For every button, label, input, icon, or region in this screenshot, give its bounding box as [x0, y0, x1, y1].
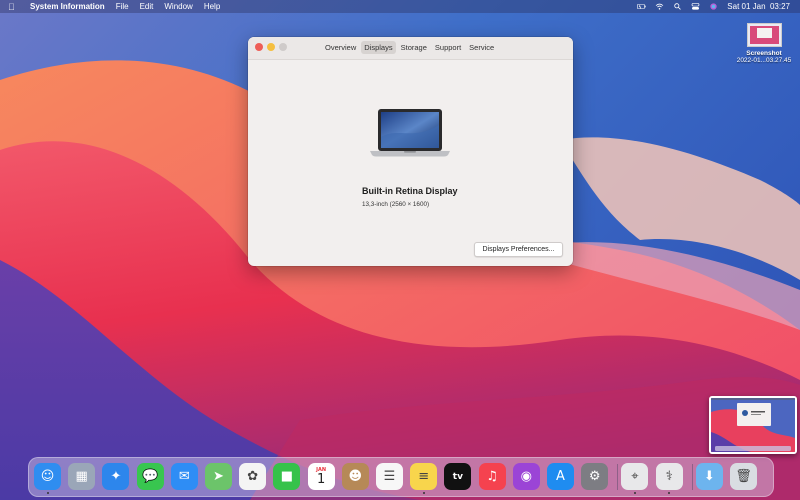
dock-notes-icon[interactable]: ≡: [410, 463, 438, 490]
minimize-button[interactable]: [267, 43, 275, 51]
system-preferences-icon-glyph: ⚙: [588, 469, 601, 484]
tab-displays[interactable]: Displays: [361, 41, 396, 54]
window-titlebar[interactable]: Overview Displays Storage Support Servic…: [248, 37, 573, 60]
battery-icon[interactable]: [637, 3, 646, 10]
spotlight-icon[interactable]: [673, 3, 682, 10]
app-menu[interactable]: System Information: [30, 2, 105, 11]
display-spec: 13,3-inch (2560 × 1600): [362, 201, 430, 208]
podcasts-icon-glyph: ◉: [520, 469, 532, 484]
contacts-icon-glyph: ☻: [348, 469, 363, 484]
wifi-icon[interactable]: [655, 3, 664, 10]
screenshot-utility-icon-glyph: ⌖: [631, 469, 639, 484]
menu-window[interactable]: Window: [164, 2, 192, 11]
menubar-clock[interactable]: Sat 01 Jan 03:27: [727, 2, 790, 11]
dock-separator: [617, 464, 619, 490]
app-store-icon-glyph: A: [556, 469, 565, 484]
dock-maps-icon[interactable]: ➤: [205, 463, 232, 490]
system-information-icon-glyph: ⚕: [665, 469, 673, 484]
downloads-folder-icon-glyph: ⬇: [703, 469, 715, 484]
zoom-button-disabled: [279, 43, 287, 51]
apple-menu-icon[interactable]: : [8, 2, 20, 12]
notes-icon-glyph: ≡: [418, 469, 430, 484]
running-indicator: [46, 492, 49, 494]
tab-overview[interactable]: Overview: [322, 41, 359, 54]
menu-edit[interactable]: Edit: [140, 2, 154, 11]
tab-support[interactable]: Support: [432, 41, 464, 54]
window-tabs: Overview Displays Storage Support Servic…: [322, 41, 497, 54]
calendar-day-label: 1: [316, 471, 326, 487]
desktop-file-name: Screenshot: [746, 50, 782, 57]
dock-screenshot-utility-icon[interactable]: ⌖: [621, 463, 649, 490]
menu-bar:  System Information File Edit Window He…: [0, 0, 800, 13]
dock-separator: [691, 464, 693, 490]
dock: ☺ ▦ ✦ 💬 ✉ ➤ ✿ ■ JAN 1 ☻ ☰ ≡ tv ♫ ◉ A ⚙ ⌖ ⚕ ⬇ 🗑: [28, 457, 774, 497]
mail-icon-glyph: ✉: [178, 469, 190, 484]
screenshot-preview-thumbnail[interactable]: [709, 396, 797, 454]
tv-icon-label: tv: [452, 471, 463, 482]
dock-messages-icon[interactable]: 💬: [136, 463, 164, 490]
dock-downloads-folder-icon[interactable]: ⬇: [695, 463, 723, 490]
desktop-file-date: 2022-01...03.27.45: [736, 57, 792, 64]
status-area: Sat 01 Jan 03:27: [637, 0, 790, 13]
screenshot-preview-image: [711, 398, 795, 452]
dock-system-information-icon[interactable]: ⚕: [655, 463, 683, 490]
menu-help[interactable]: Help: [204, 2, 220, 11]
messages-icon-glyph: 💬: [142, 469, 159, 484]
facetime-icon-glyph: ■: [280, 469, 294, 484]
safari-icon-glyph: ✦: [110, 469, 122, 484]
dock-trash-icon[interactable]: 🗑: [730, 463, 757, 490]
dock-finder-icon[interactable]: ☺: [34, 463, 61, 490]
dock-music-icon[interactable]: ♫: [478, 463, 506, 490]
running-indicator: [633, 492, 636, 494]
menu-file[interactable]: File: [116, 2, 129, 11]
reminders-icon-glyph: ☰: [383, 469, 396, 484]
dock-app-store-icon[interactable]: A: [547, 463, 574, 490]
displays-preferences-button[interactable]: Displays Preferences...: [474, 242, 563, 257]
dock-safari-icon[interactable]: ✦: [102, 463, 130, 490]
control-center-icon[interactable]: [691, 3, 700, 10]
macbook-display-image: [370, 109, 450, 157]
screenshot-file-thumbnail: [746, 23, 782, 47]
music-icon-glyph: ♫: [486, 469, 498, 484]
display-name: Built-in Retina Display: [362, 186, 458, 196]
desktop-screenshot-file[interactable]: Screenshot 2022-01...03.27.45: [731, 23, 797, 64]
close-button[interactable]: [255, 43, 263, 51]
launchpad-icon-glyph: ▦: [75, 469, 88, 484]
running-indicator: [422, 492, 425, 494]
running-indicator: [668, 492, 671, 494]
finder-icon-glyph: ☺: [40, 469, 55, 484]
dock-system-preferences-icon[interactable]: ⚙: [581, 463, 609, 490]
tab-service[interactable]: Service: [466, 41, 497, 54]
dock-launchpad-icon[interactable]: ▦: [68, 463, 96, 490]
dock-photos-icon[interactable]: ✿: [239, 463, 267, 490]
dock-contacts-icon[interactable]: ☻: [341, 463, 369, 490]
dock-reminders-icon[interactable]: ☰: [376, 463, 403, 490]
maps-icon-glyph: ➤: [213, 469, 224, 484]
tab-storage[interactable]: Storage: [398, 41, 430, 54]
photos-icon-glyph: ✿: [247, 469, 259, 484]
dock-tv-icon[interactable]: tv: [444, 463, 472, 490]
screenshot-thumbnail-icon: [747, 24, 781, 46]
dock-mail-icon[interactable]: ✉: [170, 463, 198, 490]
dock-podcasts-icon[interactable]: ◉: [512, 463, 540, 490]
dock-facetime-icon[interactable]: ■: [273, 463, 301, 490]
trash-icon-glyph: 🗑: [735, 469, 752, 484]
system-information-window: Overview Displays Storage Support Servic…: [248, 37, 573, 266]
siri-icon[interactable]: [709, 3, 718, 10]
dock-calendar-icon[interactable]: JAN 1: [307, 463, 335, 490]
